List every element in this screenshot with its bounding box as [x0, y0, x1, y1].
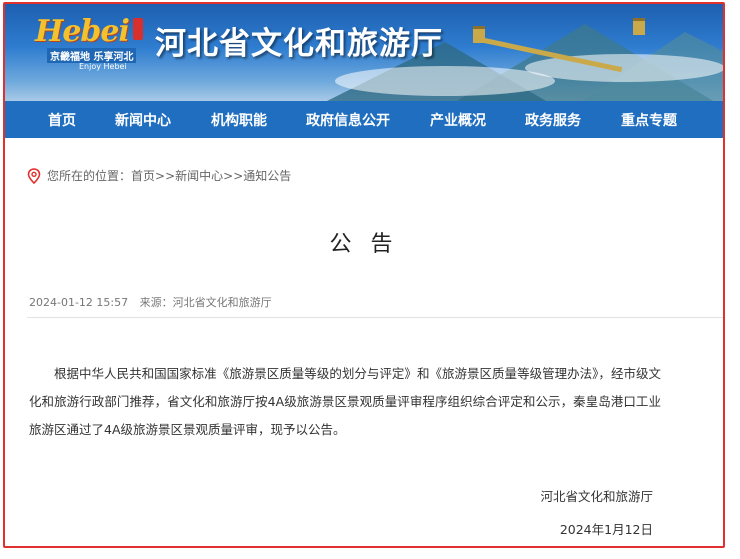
logo-slogan: 京畿福地 乐享河北: [47, 48, 137, 63]
main-nav: 首页 新闻中心 机构职能 政府信息公开 产业概况 政务服务 重点专题: [5, 101, 723, 138]
article-title: 公 告: [329, 232, 399, 257]
content-frame: Hebei 京畿福地 乐享河北 Enjoy Hebei 河北省文化和旅游厅 首页…: [3, 2, 725, 548]
nav-item-gov-info[interactable]: 政府信息公开: [306, 110, 390, 130]
watchtower: [473, 26, 485, 43]
header-banner: Hebei 京畿福地 乐享河北 Enjoy Hebei 河北省文化和旅游厅: [5, 4, 723, 101]
breadcrumb-prefix: 您所在的位置：: [47, 169, 132, 183]
breadcrumb-home[interactable]: 首页: [131, 167, 155, 184]
article-date: 2024-01-12 15:57: [29, 296, 129, 309]
site-title: 河北省文化和旅游厅: [155, 26, 443, 62]
nav-item-topics[interactable]: 重点专题: [621, 110, 677, 130]
logo-script: Hebei: [35, 14, 130, 49]
breadcrumb-notices[interactable]: 通知公告: [243, 167, 291, 184]
watchtower: [633, 18, 645, 35]
signature-date: 2024年1月12日: [559, 522, 653, 537]
logo-english: Enjoy Hebei: [79, 62, 127, 71]
breadcrumb-separator: >>: [155, 168, 176, 183]
article-source: 来源：河北省文化和旅游厅: [139, 296, 272, 309]
location-pin-icon: [27, 167, 41, 184]
site-logo[interactable]: Hebei 京畿福地 乐享河北 Enjoy Hebei: [27, 14, 147, 71]
breadcrumb-separator: >>: [223, 168, 244, 183]
article-body: 根据中华人民共和国国家标准《旅游景区质量等级的划分与评定》和《旅游景区质量等级管…: [29, 366, 661, 437]
nav-item-services[interactable]: 政务服务: [525, 110, 581, 130]
banner-cloud: [335, 66, 555, 96]
breadcrumb-news[interactable]: 新闻中心: [175, 167, 223, 184]
breadcrumb: 您所在的位置： 首页 >> 新闻中心 >> 通知公告: [27, 167, 291, 184]
nav-item-news[interactable]: 新闻中心: [115, 110, 171, 130]
nav-item-functions[interactable]: 机构职能: [211, 110, 267, 130]
article-meta: 2024-01-12 15:57 来源：河北省文化和旅游厅: [29, 294, 280, 310]
meta-divider: [27, 317, 723, 318]
nav-item-industry[interactable]: 产业概况: [430, 110, 486, 130]
logo-seal: [133, 18, 143, 40]
signature-org: 河北省文化和旅游厅: [540, 489, 653, 504]
nav-item-home[interactable]: 首页: [48, 110, 76, 130]
